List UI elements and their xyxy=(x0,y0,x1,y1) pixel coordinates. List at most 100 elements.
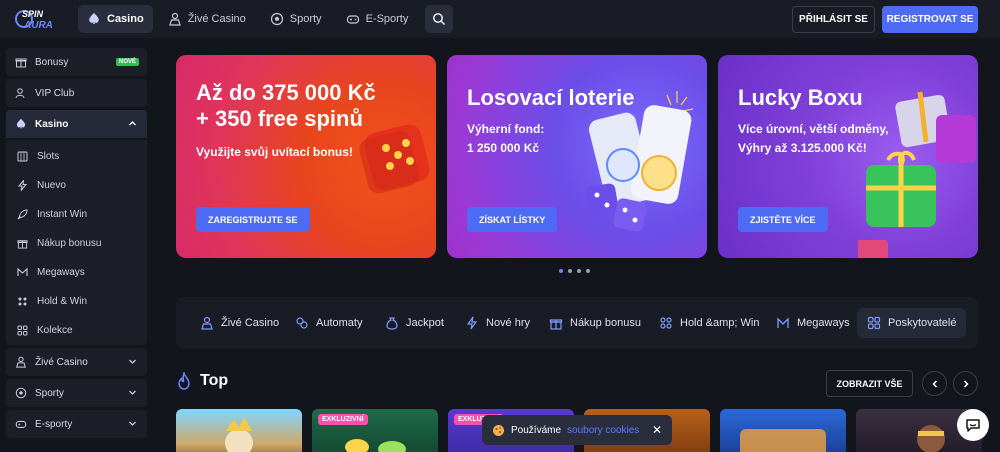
sidebar-item-casino[interactable]: Kasino xyxy=(6,110,147,138)
game-tile[interactable]: EXKLUZIVNÍ xyxy=(312,409,438,452)
game-artwork xyxy=(225,417,253,452)
sidebar-item-instant-win[interactable]: Instant Win xyxy=(6,200,147,228)
megaways-icon xyxy=(777,317,789,328)
grid-icon xyxy=(867,316,881,330)
category-jackpot[interactable]: Jackpot xyxy=(385,311,444,335)
sidebar-item-new[interactable]: Nuevo xyxy=(6,171,147,199)
chevron-right-icon xyxy=(963,379,969,388)
top-header: SPIN AURA Casino Živé Casino Sporty E-Sp… xyxy=(0,0,1000,38)
category-new-games[interactable]: Nové hry xyxy=(465,311,530,335)
carousel-dot[interactable] xyxy=(568,269,572,273)
sidebar-item-hold-win[interactable]: Hold & Win xyxy=(6,287,147,315)
grid-icon xyxy=(17,325,28,336)
rocket-icon xyxy=(17,208,28,220)
nav-live-casino[interactable]: Živé Casino xyxy=(159,5,255,33)
show-all-button[interactable]: ZOBRAZIT VŠE xyxy=(826,370,913,397)
sidebar-item-bonuses[interactable]: Bonusy NOVÉ xyxy=(6,48,147,76)
svg-text:SPIN: SPIN xyxy=(22,9,44,19)
next-button[interactable] xyxy=(953,371,978,396)
support-chat-button[interactable] xyxy=(957,409,989,441)
close-icon[interactable]: ✕ xyxy=(652,423,662,437)
lightning-icon xyxy=(466,316,478,330)
spade-icon xyxy=(15,118,27,130)
game-tile[interactable] xyxy=(720,409,846,452)
sidebar-item-megaways[interactable]: Megaways xyxy=(6,258,147,286)
hold-win-icon xyxy=(17,296,28,307)
prev-button[interactable] xyxy=(922,371,947,396)
carousel-dot[interactable] xyxy=(586,269,590,273)
chevron-down-icon xyxy=(129,359,136,364)
new-badge: NOVÉ xyxy=(115,58,139,66)
sidebar-item-slots[interactable]: Slots xyxy=(6,142,147,170)
megaways-icon xyxy=(17,267,28,278)
nav-esports[interactable]: E-Sporty xyxy=(337,5,418,33)
banner-prize: Výhry až 3.125.000 Kč! xyxy=(738,141,867,155)
carousel-dot[interactable] xyxy=(577,269,581,273)
banner-text: Využijte svůj uvítací bonus! xyxy=(196,145,353,159)
soccer-ball-icon xyxy=(15,387,27,399)
category-live-casino[interactable]: Živé Casino xyxy=(200,311,279,335)
spin-aura-logo[interactable]: SPIN AURA xyxy=(14,6,66,32)
svg-text:AURA: AURA xyxy=(23,20,53,31)
gamepad-icon xyxy=(15,418,27,430)
spade-icon xyxy=(89,13,99,24)
category-bonus-buy[interactable]: Nákup bonusu xyxy=(549,311,641,335)
banner-text: Více úrovní, větší odměny, xyxy=(738,122,889,136)
chevron-left-icon xyxy=(931,379,937,388)
category-slots[interactable]: Automaty xyxy=(295,311,362,335)
chat-icon xyxy=(966,419,980,432)
sidebar-item-bonus-buy[interactable]: Nákup bonusu xyxy=(6,229,147,257)
banner-title: Lucky Boxu xyxy=(738,85,863,110)
register-cta-button[interactable]: ZAREGISTRUJTE SE xyxy=(196,207,310,232)
dealer-icon xyxy=(15,356,27,368)
dice-illustration xyxy=(359,124,430,194)
carousel-pagination xyxy=(559,269,590,273)
category-megaways[interactable]: Megaways xyxy=(776,311,850,335)
banner-prize: 1 250 000 Kč xyxy=(467,141,540,155)
game-artwork xyxy=(740,429,826,452)
main-nav: Casino Živé Casino Sporty E-Sporty xyxy=(78,5,454,33)
learn-more-button[interactable]: ZJISTĚTE VÍCE xyxy=(738,207,828,232)
category-hold-win[interactable]: Hold &amp; Win xyxy=(659,311,759,335)
sidebar-item-sports[interactable]: Sporty xyxy=(6,379,147,407)
sidebar-item-live-casino[interactable]: Živé Casino xyxy=(6,348,147,376)
get-tickets-button[interactable]: ZÍSKAT LÍSTKY xyxy=(467,207,558,232)
dealer-icon xyxy=(201,316,213,330)
search-icon xyxy=(433,13,446,25)
welcome-bonus-banner[interactable]: Až do 375 000 Kč + 350 free spinů Využij… xyxy=(176,55,436,258)
sidebar: Bonusy NOVÉ VIP Club Kasino Slots Nuevo … xyxy=(0,38,156,452)
banner-text: Výherní fond: xyxy=(467,122,545,136)
banner-title: Až do 375 000 Kč xyxy=(196,80,376,105)
banner-title: Losovací loterie xyxy=(467,85,635,110)
search-button[interactable] xyxy=(425,5,454,33)
sidebar-item-collection[interactable]: Kolekce xyxy=(6,316,147,344)
main-content: Až do 375 000 Kč + 350 free spinů Využij… xyxy=(156,38,1000,452)
lucky-box-banner[interactable]: Lucky Boxu Více úrovní, větší odměny, Vý… xyxy=(718,55,978,258)
game-tile[interactable] xyxy=(176,409,302,452)
gift-icon xyxy=(549,319,563,330)
cookie-icon xyxy=(493,424,504,436)
dealer-icon xyxy=(168,12,181,26)
lottery-banner[interactable]: Losovací loterie Výherní fond: 1 250 000… xyxy=(447,55,707,258)
slots-icon xyxy=(17,151,28,162)
nav-sports[interactable]: Sporty xyxy=(261,5,331,33)
sidebar-item-esports[interactable]: E-sporty xyxy=(6,410,147,438)
login-button[interactable]: PŘIHLÁSIT SE xyxy=(792,6,875,33)
sidebar-item-vip-club[interactable]: VIP Club xyxy=(6,79,147,107)
lightning-icon xyxy=(17,179,28,191)
money-bag-icon xyxy=(386,317,398,330)
flame-icon xyxy=(178,372,190,390)
chevron-up-icon xyxy=(129,121,136,126)
carousel-dot[interactable] xyxy=(559,269,563,273)
gift-icon xyxy=(15,56,27,68)
vip-user-icon xyxy=(15,87,27,99)
gift-icon xyxy=(17,238,28,249)
chevron-down-icon xyxy=(129,390,136,395)
register-button[interactable]: REGISTROVAT SE xyxy=(882,6,978,33)
cookie-policy-link[interactable]: soubory cookies xyxy=(567,425,639,436)
category-providers[interactable]: Poskytovatelé xyxy=(857,308,967,338)
chevron-down-icon xyxy=(129,421,136,426)
slots-icon xyxy=(296,317,308,329)
nav-casino[interactable]: Casino xyxy=(78,5,153,33)
category-bar: Živé Casino Automaty Jackpot Nové hry Ná… xyxy=(176,297,978,349)
